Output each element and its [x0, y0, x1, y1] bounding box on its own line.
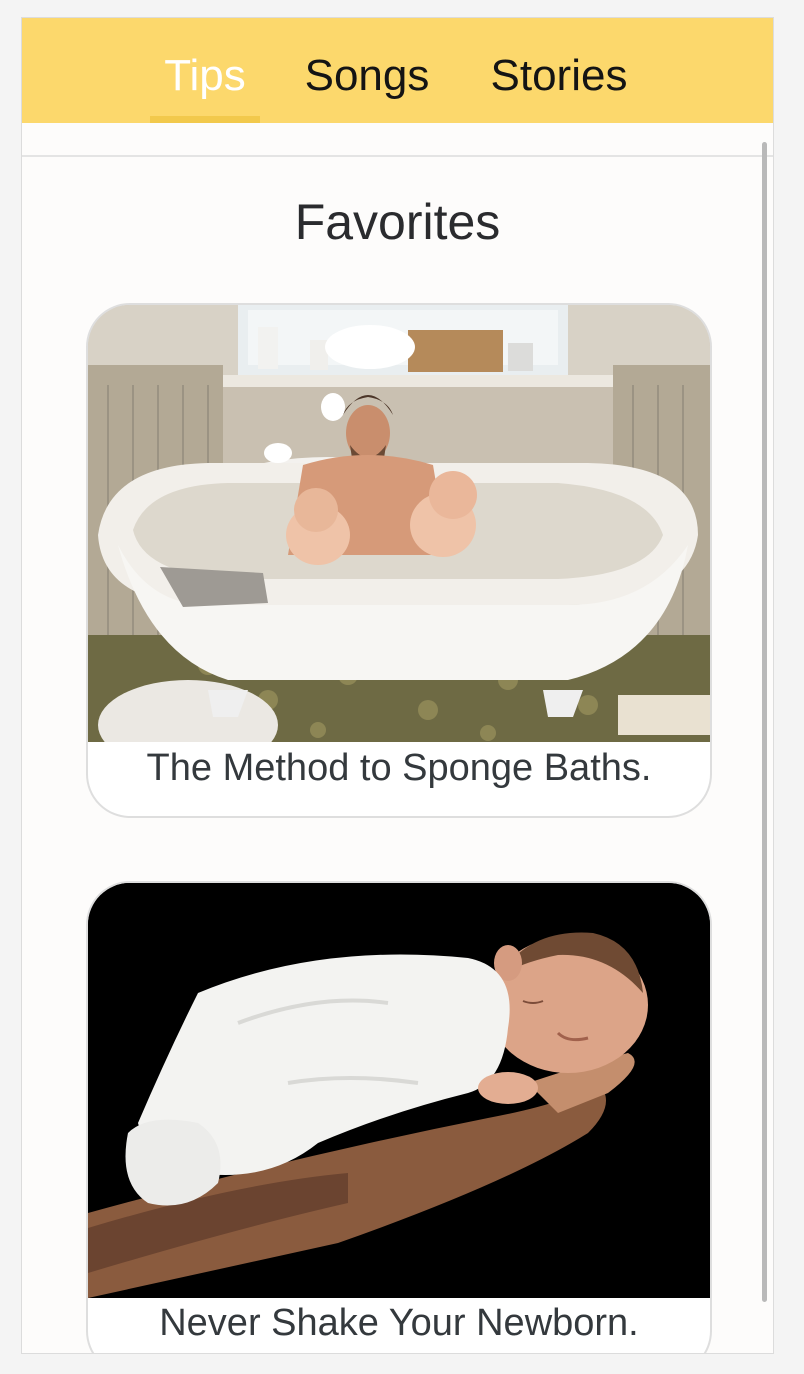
- page-title: Favorites: [294, 194, 501, 250]
- active-tab-indicator: [150, 116, 260, 123]
- card-caption: The Method to Sponge Baths.: [146, 747, 652, 789]
- sleeping-newborn-photo: [88, 883, 710, 1298]
- card-caption: Never Shake Your Newborn.: [159, 1302, 639, 1344]
- app-frame: Tips Songs Stories Favorites The Method …: [21, 17, 774, 1354]
- top-navigation: Tips Songs Stories: [22, 18, 773, 123]
- tab-tips[interactable]: Tips: [150, 48, 260, 104]
- favorite-card-sponge-bath[interactable]: The Method to Sponge Baths.: [86, 303, 712, 818]
- scrollbar[interactable]: [762, 142, 767, 1302]
- favorite-card-newborn[interactable]: Never Shake Your Newborn.: [86, 881, 712, 1353]
- tab-stories[interactable]: Stories: [484, 48, 634, 104]
- header-divider: [22, 155, 773, 157]
- bathtub-photo: [88, 305, 710, 742]
- tab-songs[interactable]: Songs: [302, 48, 432, 104]
